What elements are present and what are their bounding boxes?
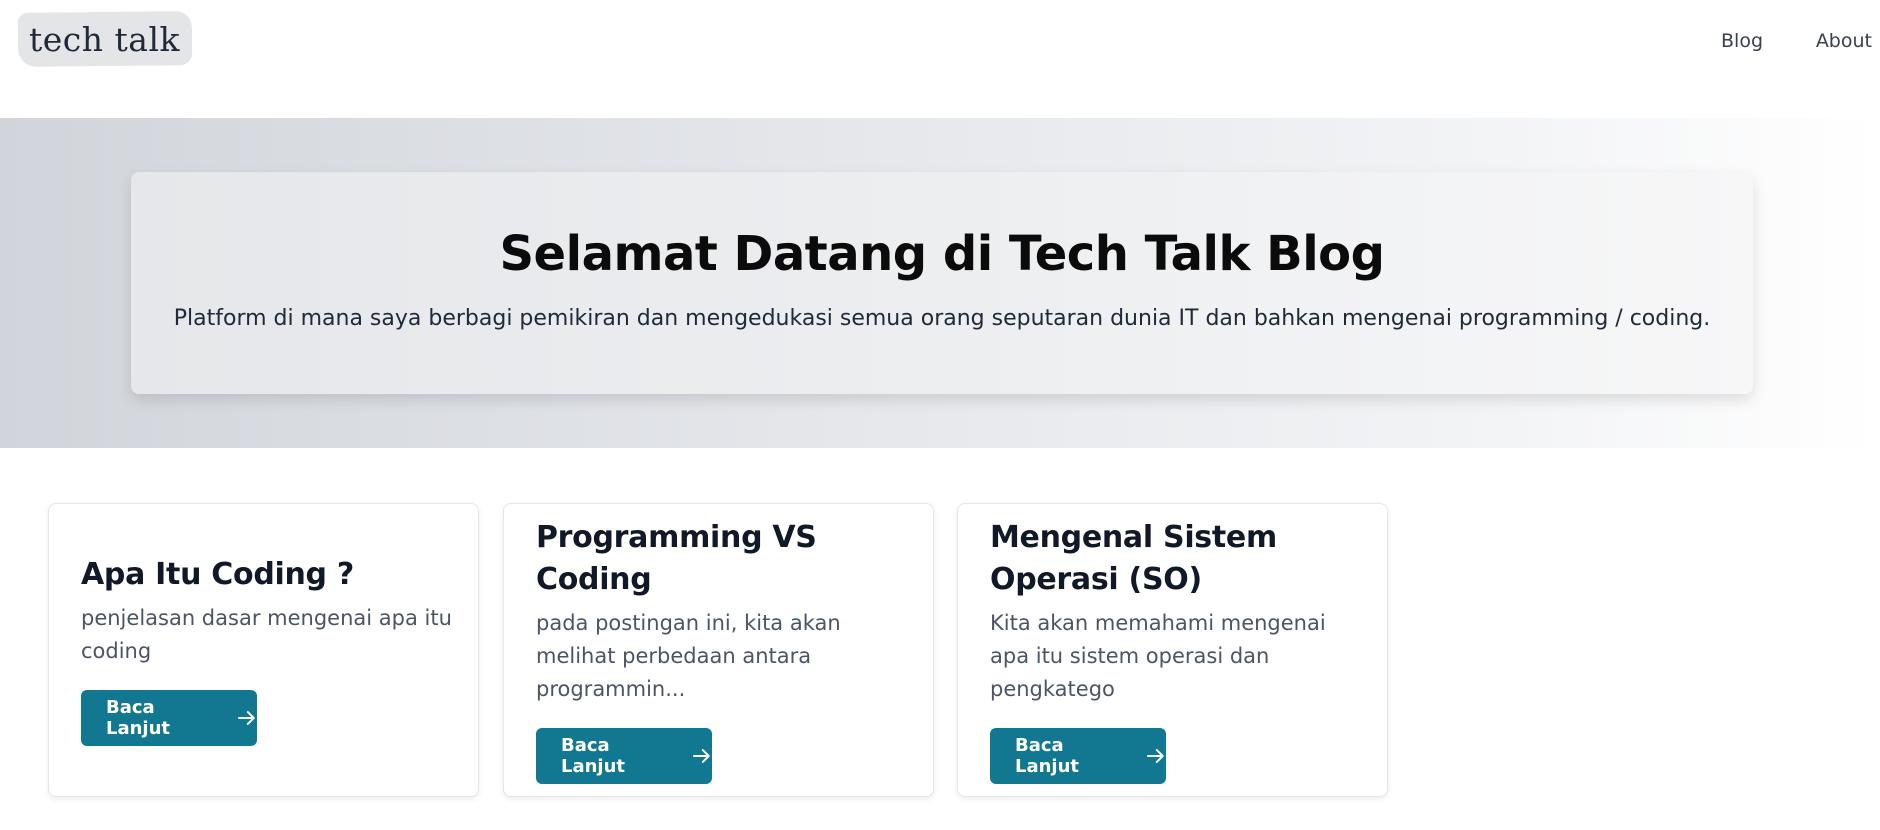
hero-card: Selamat Datang di Tech Talk Blog Platfor… (131, 172, 1753, 394)
post-card-2: Programming VS Coding pada postingan ini… (503, 503, 934, 797)
logo-text: tech talk (29, 19, 181, 59)
read-more-button[interactable]: Baca Lanjut (536, 727, 712, 784)
read-more-label: Baca Lanjut (106, 697, 171, 739)
read-more-label: Baca Lanjut (1015, 734, 1080, 777)
arrow-right-icon (693, 748, 711, 763)
read-more-button[interactable]: Baca Lanjut (81, 690, 257, 746)
read-more-button[interactable]: Baca Lanjut (990, 727, 1166, 784)
read-more-label: Baca Lanjut (561, 734, 626, 777)
hero-title: Selamat Datang di Tech Talk Blog (499, 226, 1385, 282)
post-title: Mengenal Sistem Operasi (SO) (990, 519, 1277, 597)
site-logo[interactable]: tech talk (17, 11, 193, 67)
post-card-1: Apa Itu Coding ? penjelasan dasar mengen… (48, 503, 479, 797)
post-title: Programming VS Coding (536, 519, 817, 597)
site-header: tech talk Blog About (0, 0, 1880, 118)
post-card-3: Mengenal Sistem Operasi (SO) Kita akan m… (957, 503, 1388, 797)
post-excerpt: penjelasan dasar mengenai apa itu coding (81, 606, 452, 663)
post-title: Apa Itu Coding ? (81, 557, 354, 592)
post-excerpt: pada postingan ini, kita akan melihat pe… (536, 610, 841, 701)
post-excerpt: Kita akan memahami mengenai apa itu sist… (990, 610, 1326, 701)
hero-subtitle: Platform di mana saya berbagi pemikiran … (173, 306, 1711, 331)
arrow-right-icon (1147, 748, 1165, 763)
arrow-right-icon (238, 711, 256, 725)
hero-section: Selamat Datang di Tech Talk Blog Platfor… (0, 118, 1880, 448)
nav-link-blog[interactable]: Blog (1721, 30, 1763, 52)
nav-link-about[interactable]: About (1816, 30, 1872, 52)
